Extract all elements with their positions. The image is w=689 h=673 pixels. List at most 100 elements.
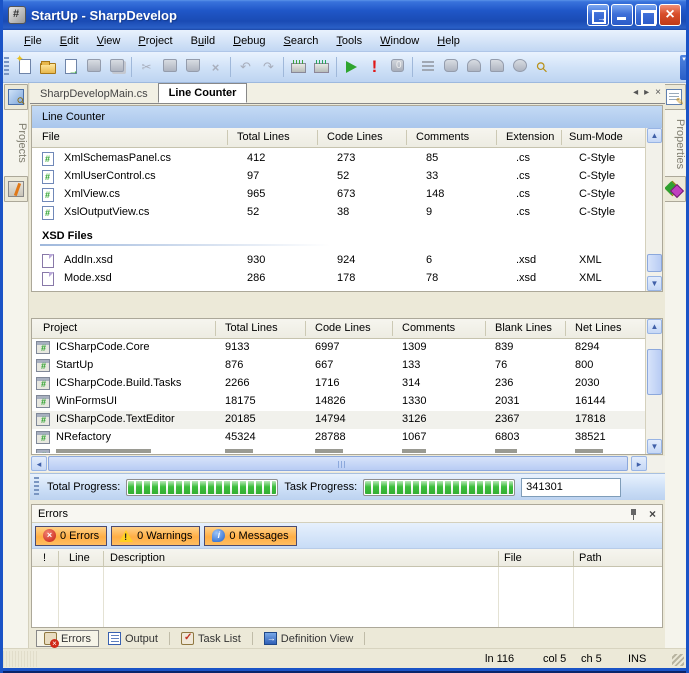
menu-build[interactable]: Build: [183, 33, 223, 49]
undo-icon[interactable]: [234, 56, 257, 78]
menu-search[interactable]: Search: [276, 33, 327, 49]
cut-icon[interactable]: [135, 56, 158, 78]
project-row[interactable]: WinFormsUI 18175 14826 1330 2031 16144: [32, 393, 646, 411]
redo-icon[interactable]: [257, 56, 280, 78]
menu-tools[interactable]: Tools: [328, 33, 370, 49]
run-icon[interactable]: [340, 56, 363, 78]
step-over-icon[interactable]: [485, 56, 508, 78]
col-line[interactable]: Line: [69, 552, 90, 564]
menu-debug[interactable]: Debug: [225, 33, 273, 49]
run-without-debug-icon[interactable]: [363, 56, 386, 78]
warnings-filter-button[interactable]: 0 Warnings: [111, 526, 200, 546]
menu-window[interactable]: Window: [372, 33, 427, 49]
statusstrip-grip[interactable]: [34, 477, 39, 497]
file-row[interactable]: Mode.xsd 286 178 78 .xsd XML: [42, 270, 642, 288]
menu-edit[interactable]: Edit: [52, 33, 87, 49]
close-button[interactable]: [659, 4, 681, 26]
col-total-lines[interactable]: Total Lines: [225, 322, 278, 334]
build-all-icon[interactable]: [310, 56, 333, 78]
open-folder-icon[interactable]: [36, 56, 59, 78]
col-extension[interactable]: Extension: [506, 131, 554, 143]
menu-help[interactable]: Help: [429, 33, 468, 49]
col-code-lines[interactable]: Code Lines: [327, 131, 383, 143]
tab-errors[interactable]: Errors: [36, 630, 99, 647]
build-icon[interactable]: [287, 56, 310, 78]
tab-scroll-right-icon[interactable]: ▸: [644, 87, 649, 98]
col-sum-mode[interactable]: Sum-Mode: [569, 131, 623, 143]
col-project[interactable]: Project: [43, 322, 77, 334]
errors-filter-button[interactable]: × 0 Errors: [35, 526, 107, 546]
scroll-down-icon[interactable]: ▼: [647, 439, 662, 454]
resize-grip[interactable]: [672, 654, 684, 666]
file-row[interactable]: XmlSchemasPanel.cs 412 273 85 .cs C-Styl…: [42, 150, 642, 168]
project-row[interactable]: ICSharpCode.Build.Tasks 2266 1716 314 23…: [32, 375, 646, 393]
step-into-icon[interactable]: [462, 56, 485, 78]
messages-filter-button[interactable]: i 0 Messages: [204, 526, 296, 546]
projects-pad-label[interactable]: Projects: [3, 111, 28, 175]
col-total-lines[interactable]: Total Lines: [237, 131, 290, 143]
tools-pad-button[interactable]: [4, 176, 28, 202]
project-row-highlighted[interactable]: ICSharpCode.TextEditor 20185 14794 3126 …: [32, 411, 646, 429]
menu-view[interactable]: View: [89, 33, 129, 49]
toolbar-grip[interactable]: [4, 57, 9, 77]
projects-pad-button[interactable]: [4, 84, 28, 110]
col-file[interactable]: File: [42, 131, 60, 143]
col-path[interactable]: Path: [579, 552, 602, 564]
minimize-button[interactable]: [611, 4, 633, 26]
save-all-icon[interactable]: [105, 56, 128, 78]
maximize-button[interactable]: [635, 4, 657, 26]
col-severity[interactable]: !: [43, 552, 46, 564]
properties-pad-button[interactable]: [662, 84, 686, 110]
tab-output[interactable]: Output: [101, 631, 165, 646]
save-icon[interactable]: [82, 56, 105, 78]
menu-file[interactable]: File: [16, 33, 50, 49]
file-table-scrollbar[interactable]: ▲ ▼: [645, 128, 662, 291]
col-blank-lines[interactable]: Blank Lines: [495, 322, 552, 334]
hscrollbar-thumb[interactable]: [48, 456, 628, 471]
scrollbar-thumb[interactable]: [647, 254, 662, 272]
new-file-icon[interactable]: [13, 56, 36, 78]
project-table-scrollbar[interactable]: ▲ ▼: [645, 319, 662, 454]
toolbox-pad-button[interactable]: [662, 176, 686, 202]
col-description[interactable]: Description: [110, 552, 165, 564]
project-row[interactable]: NRefactory 45324 28788 1067 6803 38521: [32, 429, 646, 447]
col-file[interactable]: File: [504, 552, 522, 564]
scroll-left-icon[interactable]: ◂: [31, 456, 47, 471]
copy-icon[interactable]: [158, 56, 181, 78]
search-icon[interactable]: [531, 56, 554, 78]
file-row[interactable]: XmlUserControl.cs 97 52 33 .cs C-Style: [42, 168, 642, 186]
tab-close-icon[interactable]: ×: [655, 87, 661, 98]
scroll-up-icon[interactable]: ▲: [647, 128, 662, 143]
breakpoint-icon[interactable]: [439, 56, 462, 78]
horizontal-scrollbar[interactable]: ◂ ▸: [30, 456, 665, 472]
file-row[interactable]: XslOutputView.cs 52 38 9 .cs C-Style: [42, 204, 642, 222]
show-output-icon[interactable]: [416, 56, 439, 78]
tab-sharpdevelopmain[interactable]: SharpDevelopMain.cs: [30, 85, 158, 103]
app-logo-icon[interactable]: [8, 6, 26, 24]
col-code-lines[interactable]: Code Lines: [315, 322, 371, 334]
project-row[interactable]: ICSharpCode.Core 9133 6997 1309 839 8294: [32, 339, 646, 357]
project-row[interactable]: StartUp 876 667 133 76 800: [32, 357, 646, 375]
save-as-icon[interactable]: [59, 56, 82, 78]
stop-icon[interactable]: [386, 56, 409, 78]
scroll-up-icon[interactable]: ▲: [647, 319, 662, 334]
close-panel-icon[interactable]: ×: [649, 507, 656, 521]
tab-scroll-left-icon[interactable]: ◂: [633, 87, 638, 98]
scrollbar-thumb[interactable]: [647, 349, 662, 395]
scroll-down-icon[interactable]: ▼: [647, 276, 662, 291]
step-out-icon[interactable]: [508, 56, 531, 78]
pin-icon[interactable]: [629, 508, 639, 520]
scroll-right-icon[interactable]: ▸: [631, 456, 647, 471]
file-row[interactable]: XmlView.cs 965 673 148 .cs C-Style: [42, 186, 642, 204]
col-comments[interactable]: Comments: [402, 322, 455, 334]
toolbar-overflow-chevron[interactable]: ▾: [680, 55, 688, 80]
tab-line-counter[interactable]: Line Counter: [158, 83, 248, 103]
menu-project[interactable]: Project: [130, 33, 180, 49]
file-row[interactable]: AddIn.xsd 930 924 6 .xsd XML: [42, 252, 642, 270]
tab-task-list[interactable]: Task List: [174, 631, 248, 646]
tab-definition-view[interactable]: Definition View: [257, 631, 361, 646]
delete-icon[interactable]: [204, 56, 227, 78]
col-net-lines[interactable]: Net Lines: [575, 322, 621, 334]
paste-icon[interactable]: [181, 56, 204, 78]
window-special-button[interactable]: [587, 4, 609, 26]
